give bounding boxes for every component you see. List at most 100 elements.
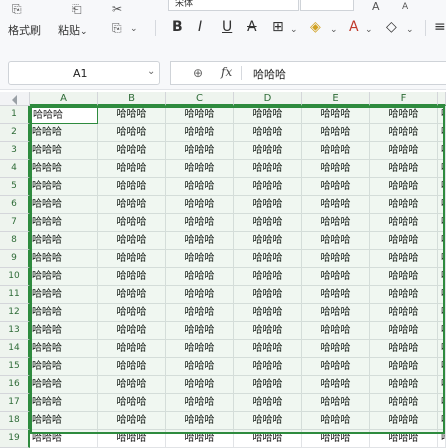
cell-f13[interactable]: 哈哈哈 xyxy=(370,322,438,340)
cell-partial[interactable]: 哈 xyxy=(438,430,446,448)
row-header[interactable]: 4 xyxy=(0,160,30,178)
cell-e5[interactable]: 哈哈哈 xyxy=(302,178,370,196)
increase-font-icon[interactable]: A xyxy=(372,0,380,14)
cell-c7[interactable]: 哈哈哈 xyxy=(166,214,234,232)
cell-c3[interactable]: 哈哈哈 xyxy=(166,142,234,160)
cell-b1[interactable]: 哈哈哈 xyxy=(98,106,166,124)
cell-b18[interactable]: 哈哈哈 xyxy=(98,412,166,430)
cell-e3[interactable]: 哈哈哈 xyxy=(302,142,370,160)
cell-e14[interactable]: 哈哈哈 xyxy=(302,340,370,358)
cell-d4[interactable]: 哈哈哈 xyxy=(234,160,302,178)
cell-c11[interactable]: 哈哈哈 xyxy=(166,286,234,304)
cell-a2[interactable]: 哈哈哈 xyxy=(30,124,98,142)
cell-d3[interactable]: 哈哈哈 xyxy=(234,142,302,160)
cell-a9[interactable]: 哈哈哈 xyxy=(30,250,98,268)
cell-d15[interactable]: 哈哈哈 xyxy=(234,358,302,376)
cell-partial[interactable]: 哈 xyxy=(438,214,446,232)
cell-a13[interactable]: 哈哈哈 xyxy=(30,322,98,340)
cell-c4[interactable]: 哈哈哈 xyxy=(166,160,234,178)
cell-d13[interactable]: 哈哈哈 xyxy=(234,322,302,340)
column-header-a[interactable]: A xyxy=(30,92,98,106)
cell-partial[interactable]: 哈 xyxy=(438,160,446,178)
cell-e10[interactable]: 哈哈哈 xyxy=(302,268,370,286)
cell-a8[interactable]: 哈哈哈 xyxy=(30,232,98,250)
cell-e1[interactable]: 哈哈哈 xyxy=(302,106,370,124)
cell-f19[interactable]: 哈哈哈 xyxy=(370,430,438,448)
cell-e7[interactable]: 哈哈哈 xyxy=(302,214,370,232)
cell-f12[interactable]: 哈哈哈 xyxy=(370,304,438,322)
cell-partial[interactable]: 哈 xyxy=(438,286,446,304)
row-header[interactable]: 8 xyxy=(0,232,30,250)
cell-d11[interactable]: 哈哈哈 xyxy=(234,286,302,304)
cell-f15[interactable]: 哈哈哈 xyxy=(370,358,438,376)
cell-b14[interactable]: 哈哈哈 xyxy=(98,340,166,358)
row-header[interactable]: 11 xyxy=(0,286,30,304)
cell-partial[interactable]: 哈 xyxy=(438,304,446,322)
cell-partial[interactable]: 哈 xyxy=(438,412,446,430)
cell-d1[interactable]: 哈哈哈 xyxy=(234,106,302,124)
row-header[interactable]: 16 xyxy=(0,376,30,394)
cell-b13[interactable]: 哈哈哈 xyxy=(98,322,166,340)
row-header[interactable]: 1 xyxy=(0,106,30,124)
paste-icon[interactable]: ⎗ xyxy=(72,2,82,16)
align-icon[interactable]: ≡ xyxy=(434,19,446,35)
cell-f10[interactable]: 哈哈哈 xyxy=(370,268,438,286)
column-header-partial[interactable] xyxy=(438,92,446,106)
chevron-down-icon[interactable]: ⌄ xyxy=(290,23,298,37)
zoom-icon[interactable]: ⊕ xyxy=(193,66,203,80)
cell-f5[interactable]: 哈哈哈 xyxy=(370,178,438,196)
cell-f1[interactable]: 哈哈哈 xyxy=(370,106,438,124)
cell-f4[interactable]: 哈哈哈 xyxy=(370,160,438,178)
chevron-down-icon[interactable]: ⌄ xyxy=(330,23,338,37)
row-header[interactable]: 12 xyxy=(0,304,30,322)
cell-b16[interactable]: 哈哈哈 xyxy=(98,376,166,394)
cell-b8[interactable]: 哈哈哈 xyxy=(98,232,166,250)
cell-b19[interactable]: 哈哈哈 xyxy=(98,430,166,448)
cell-e16[interactable]: 哈哈哈 xyxy=(302,376,370,394)
cell-c18[interactable]: 哈哈哈 xyxy=(166,412,234,430)
cell-a16[interactable]: 哈哈哈 xyxy=(30,376,98,394)
clear-format-icon[interactable]: ◇ xyxy=(386,19,397,35)
cell-a18[interactable]: 哈哈哈 xyxy=(30,412,98,430)
cell-f2[interactable]: 哈哈哈 xyxy=(370,124,438,142)
cell-c19[interactable]: 哈哈哈 xyxy=(166,430,234,448)
row-header[interactable]: 3 xyxy=(0,142,30,160)
cell-a6[interactable]: 哈哈哈 xyxy=(30,196,98,214)
cell-f14[interactable]: 哈哈哈 xyxy=(370,340,438,358)
font-size-select[interactable] xyxy=(300,0,354,11)
cell-b11[interactable]: 哈哈哈 xyxy=(98,286,166,304)
cell-partial[interactable]: 哈 xyxy=(438,268,446,286)
cell-c9[interactable]: 哈哈哈 xyxy=(166,250,234,268)
cell-b9[interactable]: 哈哈哈 xyxy=(98,250,166,268)
cell-d6[interactable]: 哈哈哈 xyxy=(234,196,302,214)
cell-a12[interactable]: 哈哈哈 xyxy=(30,304,98,322)
cell-a7[interactable]: 哈哈哈 xyxy=(30,214,98,232)
cell-partial[interactable]: 哈 xyxy=(438,358,446,376)
font-color-icon[interactable]: A xyxy=(349,19,359,35)
cell-f9[interactable]: 哈哈哈 xyxy=(370,250,438,268)
row-header[interactable]: 10 xyxy=(0,268,30,286)
column-header-b[interactable]: B xyxy=(98,92,166,106)
cell-d19[interactable]: 哈哈哈 xyxy=(234,430,302,448)
cell-b2[interactable]: 哈哈哈 xyxy=(98,124,166,142)
cell-b12[interactable]: 哈哈哈 xyxy=(98,304,166,322)
cell-c15[interactable]: 哈哈哈 xyxy=(166,358,234,376)
cell-e11[interactable]: 哈哈哈 xyxy=(302,286,370,304)
cell-partial[interactable]: 哈 xyxy=(438,124,446,142)
strikethrough-button[interactable]: A xyxy=(247,19,257,35)
cell-c2[interactable]: 哈哈哈 xyxy=(166,124,234,142)
cell-c5[interactable]: 哈哈哈 xyxy=(166,178,234,196)
row-header[interactable]: 15 xyxy=(0,358,30,376)
cell-a3[interactable]: 哈哈哈 xyxy=(30,142,98,160)
cell-partial[interactable]: 哈 xyxy=(438,250,446,268)
cell-d5[interactable]: 哈哈哈 xyxy=(234,178,302,196)
cell-d10[interactable]: 哈哈哈 xyxy=(234,268,302,286)
cell-d16[interactable]: 哈哈哈 xyxy=(234,376,302,394)
cell-e6[interactable]: 哈哈哈 xyxy=(302,196,370,214)
cell-e15[interactable]: 哈哈哈 xyxy=(302,358,370,376)
cell-e9[interactable]: 哈哈哈 xyxy=(302,250,370,268)
cell-c13[interactable]: 哈哈哈 xyxy=(166,322,234,340)
cell-f7[interactable]: 哈哈哈 xyxy=(370,214,438,232)
cell-partial[interactable]: 哈 xyxy=(438,232,446,250)
decrease-font-icon[interactable]: A xyxy=(402,0,408,14)
